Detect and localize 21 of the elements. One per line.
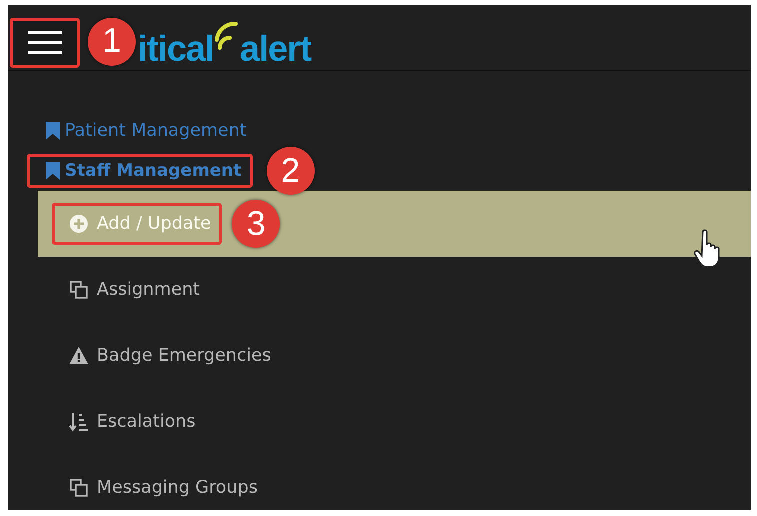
sort-icon (69, 412, 89, 432)
bookmark-icon (45, 161, 61, 181)
warning-icon (69, 346, 89, 366)
nav-item[interactable]: Badge Emergencies (52, 335, 282, 377)
bookmark-icon (45, 121, 61, 141)
callout-number: 1 (88, 18, 136, 66)
copy-icon (69, 280, 89, 300)
nav-group[interactable]: Patient Management (27, 114, 258, 148)
logo-text: itical (138, 28, 214, 70)
menu-icon (27, 30, 63, 56)
copy-icon (69, 478, 89, 498)
callout-number: 3 (232, 200, 280, 248)
plus-circle-icon (69, 214, 89, 234)
nav-item[interactable]: Assignment (52, 269, 212, 311)
logo-text: alert (240, 28, 312, 70)
nav-item[interactable]: Messaging Groups (52, 467, 269, 509)
nav-group[interactable]: Staff Management (27, 154, 253, 188)
nav-item[interactable]: Escalations (52, 401, 207, 443)
highlight-row[interactable]: Add / Update 3 (38, 191, 751, 257)
menu-button[interactable] (10, 18, 80, 68)
callout-number: 2 (266, 147, 315, 195)
